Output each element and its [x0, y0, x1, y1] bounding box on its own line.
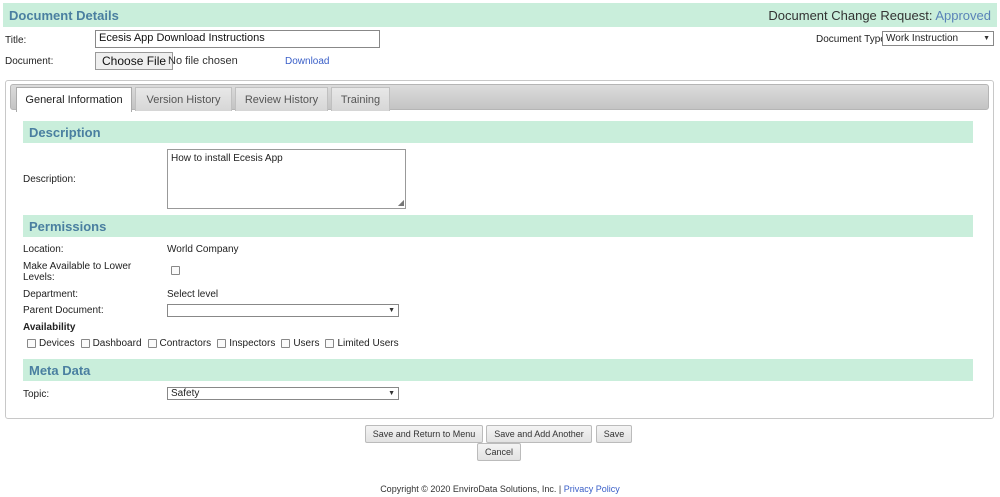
download-link[interactable]: Download — [285, 56, 329, 67]
tab-review-history[interactable]: Review History — [235, 87, 328, 111]
title-label: Title: — [5, 35, 27, 46]
change-request-status: Document Change Request: Approved — [768, 8, 991, 23]
copyright-text: Copyright © 2020 EnviroData Solutions, I… — [380, 484, 562, 494]
parent-document-label: Parent Document: — [23, 305, 104, 316]
save-and-add-another-button[interactable]: Save and Add Another — [486, 425, 592, 443]
availability-option-label: Inspectors — [229, 338, 276, 349]
availability-option-label: Dashboard — [92, 338, 142, 349]
description-section-header: Description — [23, 121, 973, 143]
location-label: Location: — [23, 244, 64, 255]
document-type-label: Document Type: — [816, 34, 889, 45]
parent-document-select[interactable]: ▼ — [167, 304, 399, 317]
checkbox-icon[interactable] — [281, 339, 291, 348]
checkbox-icon[interactable] — [147, 339, 157, 348]
availability-users[interactable]: Users — [281, 338, 319, 349]
availability-limited-users[interactable]: Limited Users — [325, 338, 399, 349]
tab-training[interactable]: Training — [331, 87, 390, 111]
save-and-return-button[interactable]: Save and Return to Menu — [365, 425, 483, 443]
department-value[interactable]: Select level — [167, 289, 218, 300]
availability-option-label: Devices — [39, 338, 75, 349]
document-type-value: Work Instruction — [886, 33, 959, 44]
location-value: World Company — [167, 244, 239, 255]
availability-devices[interactable]: Devices — [27, 338, 75, 349]
availability-contractors[interactable]: Contractors — [147, 338, 212, 349]
availability-option-label: Users — [293, 338, 320, 349]
footer: Copyright © 2020 EnviroData Solutions, I… — [0, 484, 1000, 494]
topic-label: Topic: — [23, 389, 50, 400]
availability-options: Devices Dashboard Contractors Inspectors… — [27, 338, 405, 349]
cancel-button[interactable]: Cancel — [477, 443, 521, 461]
resize-grip-icon[interactable]: ◢ — [398, 199, 404, 207]
description-value: How to install Ecesis App — [171, 153, 283, 164]
dropdown-arrow-icon: ▼ — [983, 35, 990, 42]
dropdown-arrow-icon: ▼ — [388, 307, 395, 314]
topic-value: Safety — [171, 388, 200, 399]
availability-label: Availability — [23, 322, 76, 333]
topic-select[interactable]: Safety ▼ — [167, 387, 399, 400]
availability-option-label: Limited Users — [337, 338, 399, 349]
description-textarea[interactable]: How to install Ecesis App ◢ — [167, 149, 406, 209]
tab-general-information[interactable]: General Information — [16, 87, 132, 112]
lower-levels-checkbox[interactable] — [171, 266, 180, 275]
description-label: Description: — [23, 174, 76, 185]
checkbox-icon[interactable] — [27, 339, 36, 348]
privacy-policy-link[interactable]: Privacy Policy — [564, 484, 620, 494]
checkbox-icon[interactable] — [325, 339, 335, 348]
no-file-text: No file chosen — [168, 55, 238, 67]
document-details-header: Document Details Document Change Request… — [3, 3, 997, 27]
page-title: Document Details — [9, 7, 119, 23]
document-type-select[interactable]: Work Instruction ▼ — [882, 31, 994, 46]
checkbox-icon[interactable] — [80, 339, 90, 348]
meta-data-section-header: Meta Data — [23, 359, 973, 381]
checkbox-icon[interactable] — [217, 339, 227, 348]
tab-bar: General Information Version History Revi… — [10, 84, 989, 112]
choose-file-button[interactable]: Choose File — [95, 52, 174, 70]
change-request-label: Document Change Request: — [768, 7, 933, 23]
department-label: Department: — [23, 289, 79, 300]
dropdown-arrow-icon: ▼ — [388, 390, 395, 397]
availability-option-label: Contractors — [159, 338, 212, 349]
tab-version-history[interactable]: Version History — [135, 87, 232, 111]
lower-levels-label: Make Available to Lower Levels: — [23, 261, 132, 283]
save-button[interactable]: Save — [596, 425, 632, 443]
availability-dashboard[interactable]: Dashboard — [80, 338, 142, 349]
availability-inspectors[interactable]: Inspectors — [217, 338, 275, 349]
title-input[interactable]: Ecesis App Download Instructions — [95, 30, 380, 48]
document-label: Document: — [5, 56, 54, 67]
change-request-status-value[interactable]: Approved — [935, 8, 991, 23]
permissions-section-header: Permissions — [23, 215, 973, 237]
main-panel: General Information Version History Revi… — [5, 80, 994, 419]
